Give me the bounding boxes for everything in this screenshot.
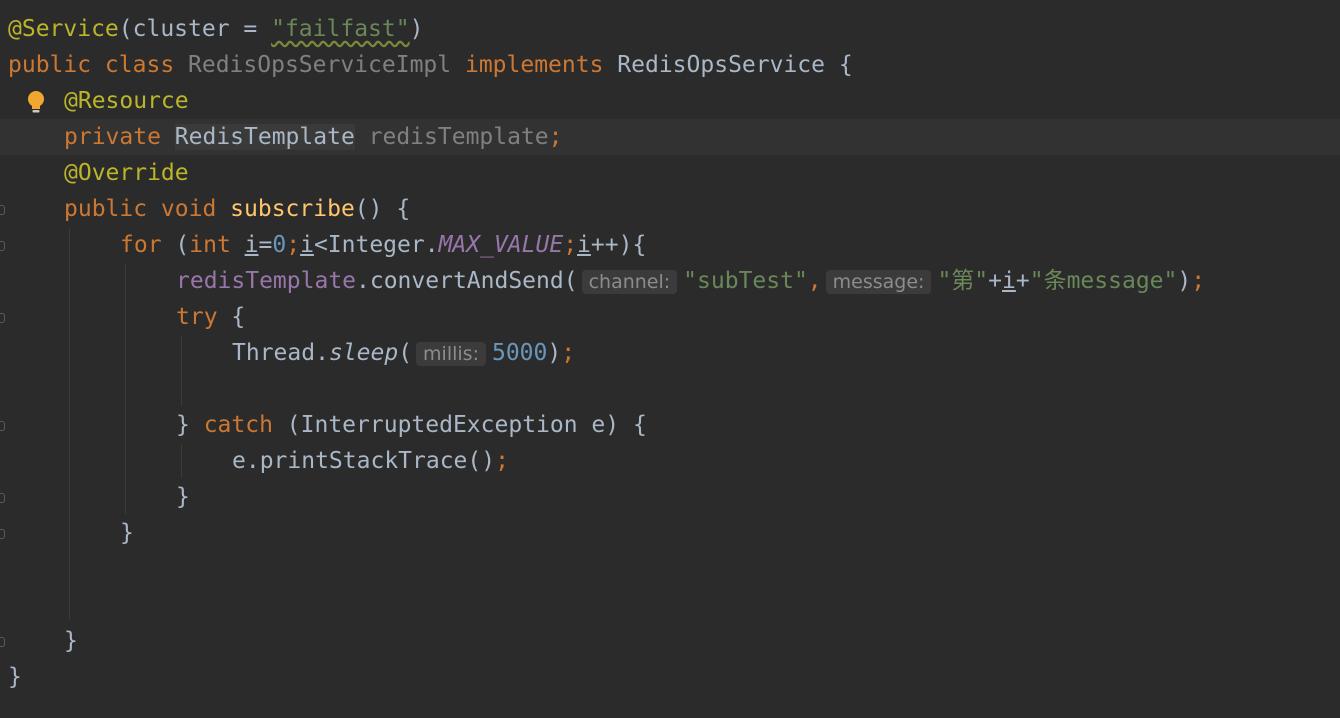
code-line-4[interactable]: private RedisTemplate redisTemplate;: [0, 119, 1340, 155]
code-line-14[interactable]: }: [0, 479, 1340, 515]
code-line-5[interactable]: @Override: [0, 155, 1340, 191]
code-line-18[interactable]: }: [0, 623, 1340, 659]
method-name: subscribe: [230, 196, 355, 222]
resource-annotation: @Resource: [64, 88, 189, 114]
parameter-hint: channel:: [581, 270, 678, 294]
code-line-1[interactable]: @Service(cluster = "failfast"): [0, 11, 1340, 47]
cluster-value-string: "failfast": [271, 16, 410, 42]
class-name: RedisOpsServiceImpl: [188, 52, 452, 78]
parameter-hint: message:: [825, 270, 932, 294]
code-editor[interactable]: @Service(cluster = "failfast") public cl…: [0, 0, 1340, 718]
code-line-11[interactable]: [0, 371, 1340, 407]
code-line-10[interactable]: Thread.sleep(millis: 5000);: [0, 335, 1340, 371]
interface-name: RedisOpsService {: [617, 52, 853, 78]
code-line-15[interactable]: }: [0, 515, 1340, 551]
code-line-7[interactable]: for (int i=0;i<Integer.MAX_VALUE;i++){: [0, 227, 1340, 263]
code-line-8[interactable]: redisTemplate.convertAndSend(channel: "su…: [0, 263, 1340, 299]
code-line-6[interactable]: public void subscribe() {: [0, 191, 1340, 227]
type-name: RedisTemplate: [174, 124, 355, 150]
code-line-3[interactable]: @Resource: [0, 83, 1340, 119]
code-line-2[interactable]: public class RedisOpsServiceImpl impleme…: [0, 47, 1340, 83]
override-annotation: @Override: [64, 160, 189, 186]
code-line-17[interactable]: [0, 587, 1340, 623]
code-line-19[interactable]: }: [0, 659, 1340, 695]
parameter-hint: millis:: [416, 342, 486, 366]
field-name: redisTemplate: [354, 124, 549, 150]
code-line-12[interactable]: } catch (InterruptedException e) {: [0, 407, 1340, 443]
service-annotation: @Service: [8, 16, 119, 42]
code-line-16[interactable]: [0, 551, 1340, 587]
code-line-13[interactable]: e.printStackTrace();: [0, 443, 1340, 479]
code-line-9[interactable]: try {: [0, 299, 1340, 335]
